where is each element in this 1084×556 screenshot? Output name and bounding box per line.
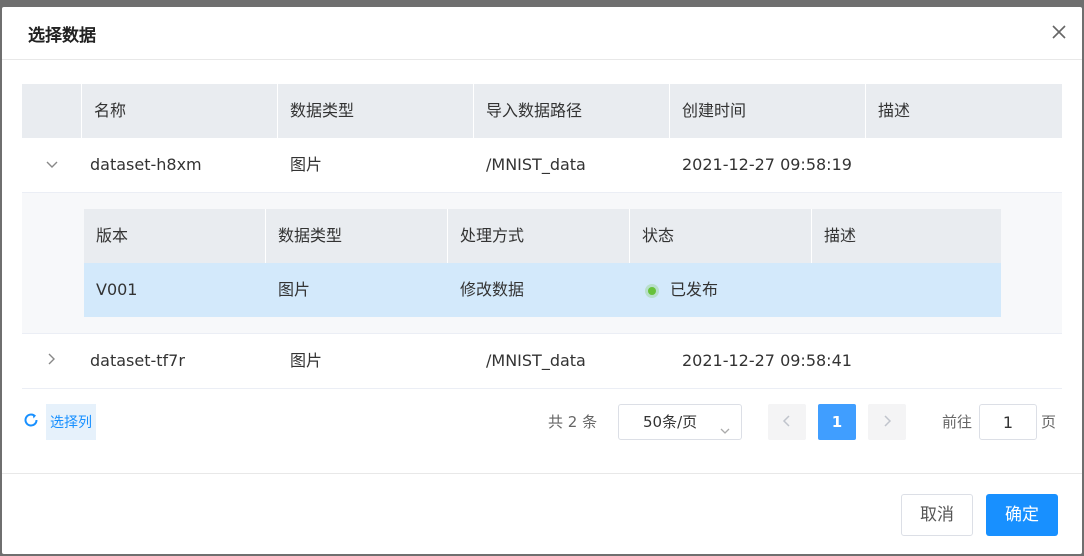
dialog-header: 选择数据 xyxy=(2,7,1082,60)
expand-toggle[interactable] xyxy=(22,334,82,388)
goto-page-input[interactable] xyxy=(979,404,1037,440)
status-text: 已发布 xyxy=(670,280,719,299)
version-table: 版本 数据类型 处理方式 状态 描述 V001 图片 修改数据 已发布 xyxy=(84,209,1001,317)
goto-suffix: 页 xyxy=(1041,413,1057,431)
footer-divider xyxy=(2,473,1082,474)
chevron-down-icon xyxy=(45,138,59,192)
table-toolbar: 选择列 共 2 条 50条/页 1 前往 页 xyxy=(22,404,1062,445)
select-data-dialog: 选择数据 名称 数据类型 导入数据路径 创建时间 描述 dataset-h8xm… xyxy=(2,7,1082,554)
table-row[interactable]: dataset-tf7r 图片 /MNIST_data 2021-12-27 0… xyxy=(22,334,1062,389)
row-type: 图片 xyxy=(290,155,323,174)
version-label: V001 xyxy=(96,280,138,299)
row-desc xyxy=(866,334,1062,388)
close-icon[interactable] xyxy=(1050,23,1068,41)
column-header-method: 处理方式 xyxy=(448,209,630,263)
dialog-title: 选择数据 xyxy=(28,26,96,46)
expanded-row-detail: 版本 数据类型 处理方式 状态 描述 V001 图片 修改数据 已发布 xyxy=(22,193,1062,334)
column-header-desc: 描述 xyxy=(824,226,857,245)
page-size-select[interactable]: 50条/页 xyxy=(618,404,742,440)
page-number-current[interactable]: 1 xyxy=(818,404,856,440)
version-row[interactable]: V001 图片 修改数据 已发布 xyxy=(84,263,1001,317)
column-header-version: 版本 xyxy=(84,209,266,263)
expand-column-header xyxy=(22,84,82,138)
prev-page-button[interactable] xyxy=(768,404,806,440)
column-header-type: 数据类型 xyxy=(266,209,448,263)
column-header-path[interactable]: 导入数据路径 xyxy=(474,84,670,138)
goto-label: 前往 xyxy=(942,413,973,431)
row-name: dataset-tf7r xyxy=(90,351,185,370)
chevron-right-icon xyxy=(882,413,892,432)
confirm-button[interactable]: 确定 xyxy=(986,494,1058,536)
row-type: 图片 xyxy=(290,351,323,370)
column-header-type[interactable]: 数据类型 xyxy=(278,84,474,138)
table-header: 名称 数据类型 导入数据路径 创建时间 描述 xyxy=(22,84,1062,138)
select-columns-button[interactable]: 选择列 xyxy=(22,404,96,440)
row-name: dataset-h8xm xyxy=(90,155,202,174)
version-desc xyxy=(812,263,994,317)
total-count: 共 2 条 xyxy=(548,413,598,431)
row-created: 2021-12-27 09:58:41 xyxy=(682,351,852,370)
row-desc xyxy=(866,138,1062,192)
version-status: 已发布 xyxy=(630,263,812,317)
table-row[interactable]: dataset-h8xm 图片 /MNIST_data 2021-12-27 0… xyxy=(22,138,1062,193)
column-header-desc[interactable]: 描述 xyxy=(866,84,1062,138)
select-columns-label: 选择列 xyxy=(46,404,96,440)
column-header-name[interactable]: 名称 xyxy=(82,84,278,138)
cancel-button[interactable]: 取消 xyxy=(901,494,973,536)
status-dot-icon xyxy=(648,286,656,295)
version-table-header: 版本 数据类型 处理方式 状态 描述 xyxy=(84,209,1001,263)
chevron-right-icon xyxy=(47,334,57,388)
row-path: /MNIST_data xyxy=(486,351,586,370)
next-page-button[interactable] xyxy=(868,404,906,440)
chevron-down-icon xyxy=(719,415,731,449)
chevron-left-icon xyxy=(782,413,792,432)
expand-toggle[interactable] xyxy=(22,138,82,192)
page-size-value: 50条/页 xyxy=(643,413,698,431)
refresh-icon xyxy=(22,411,40,433)
column-header-status: 状态 xyxy=(630,209,812,263)
dataset-table: 名称 数据类型 导入数据路径 创建时间 描述 dataset-h8xm 图片 /… xyxy=(22,84,1062,389)
version-method: 修改数据 xyxy=(460,280,525,299)
column-header-created[interactable]: 创建时间 xyxy=(670,84,866,138)
row-path: /MNIST_data xyxy=(486,155,586,174)
version-type: 图片 xyxy=(278,280,311,299)
row-created: 2021-12-27 09:58:19 xyxy=(682,155,852,174)
